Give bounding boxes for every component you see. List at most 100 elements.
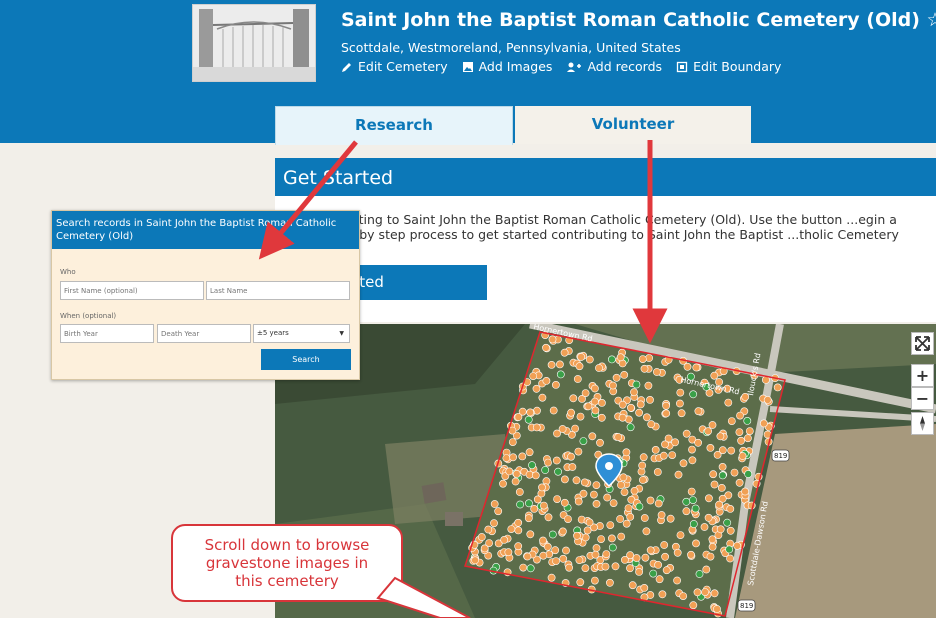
gravestone-marker[interactable] [616,353,625,362]
gravestone-marker[interactable] [718,462,727,471]
gravestone-marker[interactable] [640,583,649,592]
gravestone-marker[interactable] [657,511,666,519]
gravestone-marker[interactable] [526,408,535,417]
add-images-link[interactable]: Add Images [462,59,552,74]
gravestone-marker[interactable] [632,380,641,389]
gravestone-marker[interactable] [555,360,564,369]
gravestone-marker[interactable] [683,362,692,371]
gravestone-marker[interactable] [543,542,552,551]
gravestone-marker[interactable] [597,535,605,543]
gravestone-marker[interactable] [640,514,649,522]
gravestone-marker[interactable] [523,552,532,561]
gravestone-marker[interactable] [580,478,589,487]
gravestone-marker[interactable] [744,470,753,478]
gravestone-marker[interactable] [564,515,572,523]
gravestone-marker[interactable] [514,542,523,551]
search-button[interactable]: Search [261,349,351,370]
gravestone-marker[interactable] [626,512,635,521]
gravestone-marker[interactable] [544,513,553,522]
gravestone-marker[interactable] [635,408,643,417]
gravestone-marker[interactable] [515,488,524,496]
gravestone-marker[interactable] [544,458,552,467]
gravestone-marker[interactable] [574,497,583,506]
gravestone-marker[interactable] [507,525,516,533]
cemetery-photo-thumbnail[interactable] [192,4,316,82]
gravestone-marker[interactable] [595,364,603,372]
gravestone-marker[interactable] [713,450,722,459]
gravestone-marker[interactable] [708,542,717,551]
gravestone-marker[interactable] [514,518,523,527]
gravestone-marker[interactable] [539,551,548,560]
gravestone-marker[interactable] [622,448,631,457]
gravestone-marker[interactable] [630,486,639,495]
gravestone-marker[interactable] [626,423,635,432]
gravestone-marker[interactable] [738,452,747,460]
gravestone-marker[interactable] [565,563,573,572]
gravestone-marker[interactable] [689,390,698,399]
gravestone-marker[interactable] [588,432,597,441]
last-name-input[interactable] [206,281,350,300]
gravestone-marker[interactable] [511,477,520,486]
gravestone-marker[interactable] [516,500,524,509]
gravestone-marker[interactable] [589,490,598,499]
gravestone-marker[interactable] [547,573,556,582]
gravestone-marker[interactable] [654,499,663,508]
gravestone-marker[interactable] [504,548,513,557]
gravestone-marker[interactable] [624,504,633,512]
gravestone-marker[interactable] [662,409,671,418]
gravestone-marker[interactable] [526,564,535,573]
gravestone-marker[interactable] [652,368,661,376]
gravestone-marker[interactable] [611,562,620,571]
gravestone-marker[interactable] [662,566,671,575]
gravestone-marker[interactable] [687,550,695,559]
gravestone-marker[interactable] [661,440,669,449]
gravestone-marker[interactable] [548,530,557,539]
gravestone-marker[interactable] [576,578,585,587]
gravestone-marker[interactable] [590,576,599,585]
gravestone-marker[interactable] [620,488,629,496]
gravestone-marker[interactable] [596,438,604,447]
gravestone-marker[interactable] [539,536,547,545]
gravestone-marker[interactable] [480,544,489,553]
gravestone-marker[interactable] [538,393,547,402]
gravestone-marker[interactable] [597,399,606,407]
year-range-select[interactable]: ±5 years ▼ [253,324,350,343]
gravestone-marker[interactable] [579,437,588,445]
gravestone-marker[interactable] [601,562,610,571]
tab-research[interactable]: Research [275,106,513,145]
gravestone-marker[interactable] [718,471,727,480]
compass-icon[interactable] [911,412,934,435]
gravestone-marker[interactable] [662,401,670,410]
gravestone-marker[interactable] [590,384,599,393]
gravestone-marker[interactable] [477,533,486,541]
gravestone-marker[interactable] [638,476,647,484]
gravestone-marker[interactable] [710,480,719,489]
gravestone-marker[interactable] [612,373,621,382]
gravestone-marker[interactable] [640,364,649,373]
gravestone-marker[interactable] [710,371,719,380]
gravestone-marker[interactable] [695,570,704,578]
gravestone-marker[interactable] [727,417,736,425]
first-name-input[interactable] [60,281,204,300]
gravestone-marker[interactable] [713,605,721,613]
gravestone-marker[interactable] [682,497,691,506]
gravestone-marker[interactable] [549,406,558,415]
gravestone-marker[interactable] [526,530,535,539]
gravestone-marker[interactable] [551,381,560,389]
gravestone-marker[interactable] [673,576,681,585]
gravestone-marker[interactable] [682,507,691,516]
gravestone-marker[interactable] [539,501,548,510]
gravestone-marker[interactable] [743,417,752,425]
gravestone-marker[interactable] [641,553,650,562]
gravestone-marker[interactable] [688,445,696,454]
gravestone-marker[interactable] [542,377,551,385]
gravestone-marker[interactable] [608,543,617,552]
gravestone-marker[interactable] [568,463,577,471]
gravestone-marker[interactable] [674,470,683,479]
gravestone-marker[interactable] [743,434,752,443]
gravestone-marker[interactable] [532,423,541,432]
gravestone-marker[interactable] [573,375,582,383]
gravestone-marker[interactable] [692,363,701,372]
gravestone-marker[interactable] [638,461,647,470]
gravestone-marker[interactable] [528,461,536,470]
